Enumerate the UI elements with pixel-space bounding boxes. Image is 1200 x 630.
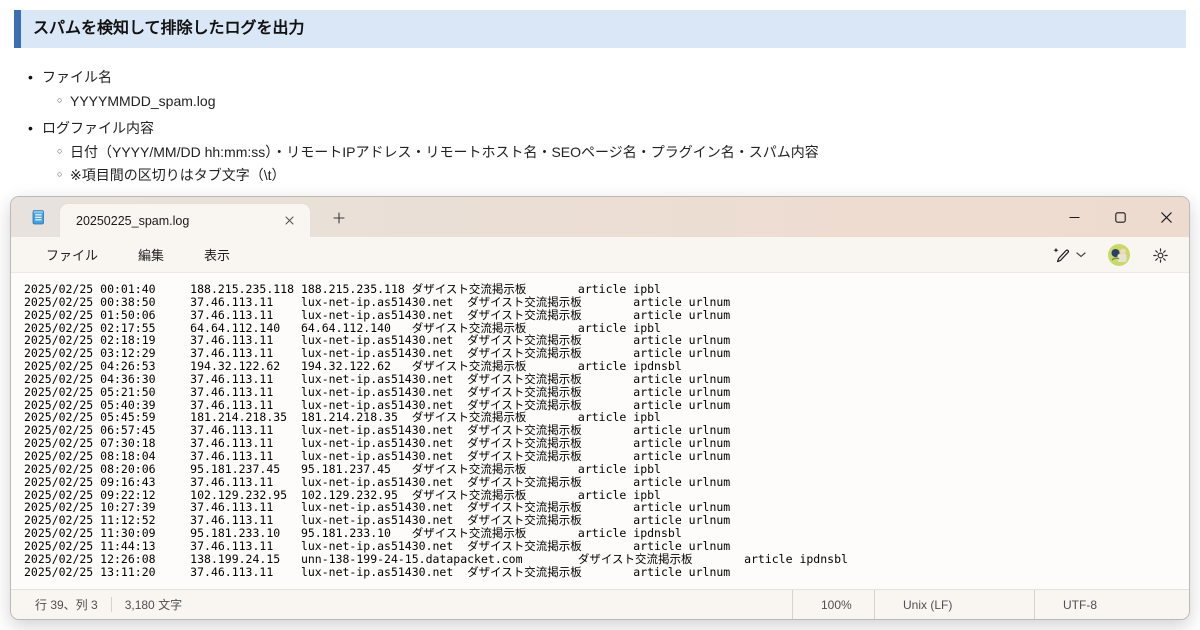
log-line: 2025/02/25 08:18:04 37.46.113.11 lux-net…	[24, 450, 1181, 463]
notepad-icon	[29, 208, 47, 226]
divider	[111, 597, 112, 612]
notepad-window: 20250225_spam.log ファイル 編集 表示	[10, 196, 1190, 620]
zoom-level[interactable]: 100%	[792, 590, 874, 619]
list-item: • ファイル名	[28, 67, 1180, 87]
list-item-label: YYYYMMDD_spam.log	[70, 91, 216, 111]
avatar[interactable]	[1104, 241, 1134, 269]
circle-bullet-icon: ○	[57, 91, 70, 110]
new-tab-button[interactable]	[327, 206, 351, 230]
titlebar[interactable]: 20250225_spam.log	[11, 197, 1189, 237]
list-item: ○ ※項目間の区切りはタブ文字（\t）	[57, 165, 1180, 185]
bullet-icon: •	[28, 118, 42, 138]
bullet-icon: •	[28, 67, 42, 87]
list-item-label: ファイル名	[42, 67, 112, 87]
menu-file[interactable]: ファイル	[35, 240, 109, 269]
log-line: 2025/02/25 01:50:06 37.46.113.11 lux-net…	[24, 309, 1181, 322]
doc-list: • ファイル名 ○ YYYYMMDD_spam.log • ログファイル内容 ○…	[0, 60, 1180, 188]
log-line: 2025/02/25 00:38:50 37.46.113.11 lux-net…	[24, 296, 1181, 309]
log-line: 2025/02/25 09:16:43 37.46.113.11 lux-net…	[24, 476, 1181, 489]
log-line: 2025/02/25 08:20:06 95.181.237.45 95.181…	[24, 463, 1181, 476]
minimize-button[interactable]	[1051, 197, 1097, 237]
log-content[interactable]: 2025/02/25 00:01:40 188.215.235.118 188.…	[11, 273, 1189, 589]
log-line: 2025/02/25 04:26:53 194.32.122.62 194.32…	[24, 360, 1181, 373]
window-controls	[1051, 197, 1189, 237]
list-item-label: ※項目間の区切りはタブ文字（\t）	[70, 165, 286, 185]
log-line: 2025/02/25 11:44:13 37.46.113.11 lux-net…	[24, 540, 1181, 553]
maximize-button[interactable]	[1097, 197, 1143, 237]
close-button[interactable]	[1143, 197, 1189, 237]
encoding[interactable]: UTF-8	[1034, 590, 1189, 619]
tab-close-icon[interactable]	[278, 210, 300, 232]
statusbar: 行 39、列 3 3,180 文字 100% Unix (LF) UTF-8	[11, 589, 1189, 619]
log-line: 2025/02/25 00:01:40 188.215.235.118 188.…	[24, 283, 1181, 296]
cursor-position: 行 39、列 3	[35, 596, 98, 613]
menubar: ファイル 編集 表示	[11, 237, 1189, 273]
statusbar-left: 行 39、列 3 3,180 文字	[11, 596, 182, 613]
list-item-label: ログファイル内容	[42, 118, 154, 138]
log-line: 2025/02/25 04:36:30 37.46.113.11 lux-net…	[24, 373, 1181, 386]
log-line: 2025/02/25 12:26:08 138.199.24.15 unn-13…	[24, 553, 1181, 566]
log-line: 2025/02/25 05:21:50 37.46.113.11 lux-net…	[24, 386, 1181, 399]
list-item-label: 日付（YYYY/MM/DD hh:mm:ss）・リモートIPアドレス・リモートホ…	[70, 142, 819, 162]
log-line: 2025/02/25 13:11:20 37.46.113.11 lux-net…	[24, 566, 1181, 579]
menubar-right	[1048, 237, 1173, 273]
list-item: ○ YYYYMMDD_spam.log	[57, 91, 1180, 111]
chevron-down-icon	[1076, 252, 1086, 258]
list-item: • ログファイル内容	[28, 118, 1180, 138]
page-title: スパムを検知して排除したログを出力	[14, 10, 1186, 48]
line-ending[interactable]: Unix (LF)	[874, 590, 1034, 619]
tab-label: 20250225_spam.log	[76, 214, 278, 228]
menu-view[interactable]: 表示	[193, 240, 241, 269]
log-line: 2025/02/25 11:30:09 95.181.233.10 95.181…	[24, 527, 1181, 540]
circle-bullet-icon: ○	[57, 142, 70, 161]
gear-icon	[1152, 247, 1169, 264]
settings-button[interactable]	[1148, 244, 1173, 267]
circle-bullet-icon: ○	[57, 165, 70, 184]
statusbar-right: 100% Unix (LF) UTF-8	[792, 590, 1189, 619]
tab-20250225-spam-log[interactable]: 20250225_spam.log	[59, 203, 311, 237]
list-item: ○ 日付（YYYY/MM/DD hh:mm:ss）・リモートIPアドレス・リモー…	[57, 142, 1180, 162]
rewrite-button[interactable]	[1048, 243, 1090, 267]
menu-edit[interactable]: 編集	[127, 240, 175, 269]
char-count: 3,180 文字	[125, 596, 182, 613]
